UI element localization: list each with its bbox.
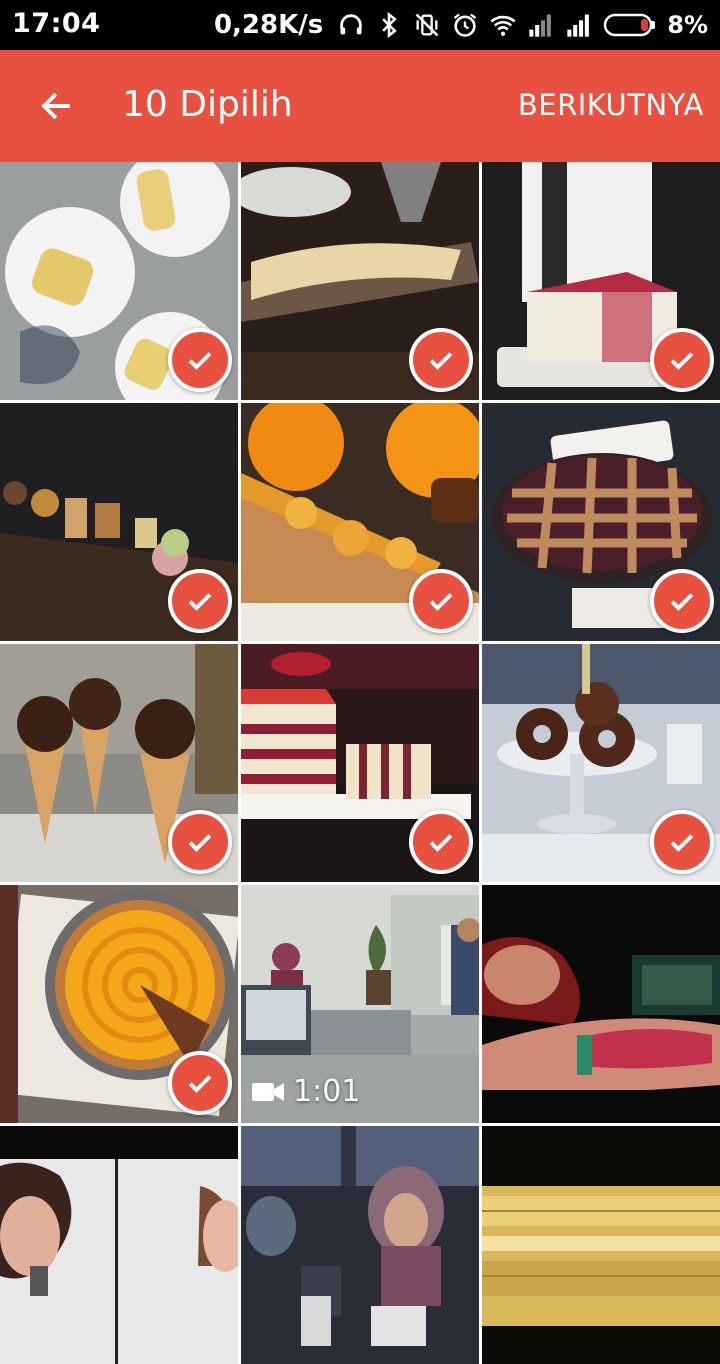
grid-tile-ice-cream-cake[interactable]: [482, 162, 720, 400]
photo-thumbnail: [0, 1126, 238, 1364]
selected-check-badge[interactable]: [168, 1051, 232, 1115]
video-duration-badge: 1:01: [251, 1074, 360, 1109]
checkmark-icon: [429, 352, 453, 370]
video-duration: 1:01: [293, 1074, 361, 1109]
selected-check-badge[interactable]: [409, 569, 473, 633]
grid-tile-cafe-people[interactable]: [241, 1126, 479, 1364]
videocam-icon: [252, 1082, 284, 1101]
alarm-icon: [454, 13, 477, 37]
headset-icon: [340, 14, 362, 35]
grid-tile-mango-tart[interactable]: [0, 885, 238, 1123]
grid-tile-layered-cake[interactable]: [241, 644, 479, 882]
back-button[interactable]: [28, 78, 84, 134]
status-bar: 17:04 0,28K/s 8%: [0, 0, 720, 50]
checkmark-icon: [188, 352, 212, 370]
checkmark-icon: [188, 1075, 212, 1093]
selected-check-badge[interactable]: [168, 569, 232, 633]
grid-tile-chocolate-doughnuts[interactable]: [482, 644, 720, 882]
checkmark-icon: [429, 834, 453, 852]
checkmark-icon: [670, 593, 694, 611]
checkmark-icon: [188, 593, 212, 611]
battery-percent: 8%: [667, 11, 708, 39]
selected-check-badge[interactable]: [650, 810, 714, 874]
selected-check-badge[interactable]: [168, 810, 232, 874]
next-button[interactable]: BERIKUTNYA: [518, 88, 704, 122]
signal-icon: [529, 14, 552, 37]
network-speed: 0,28K/s: [213, 10, 324, 40]
grid-tile-office-video[interactable]: 1:01: [241, 885, 479, 1123]
grid-tile-popsicles[interactable]: [0, 162, 238, 400]
grid-tile-pastry-assortment[interactable]: [0, 403, 238, 641]
grid-tile-wafer-snack[interactable]: [482, 1126, 720, 1364]
selected-check-badge[interactable]: [168, 328, 232, 392]
checkmark-icon: [188, 834, 212, 852]
checkmark-icon: [670, 834, 694, 852]
vibrate-off-icon: [415, 13, 439, 37]
bluetooth-icon: [382, 11, 398, 39]
app-bar: 10 Dipilih BERIKUTNYA: [0, 50, 720, 162]
status-time: 17:04: [12, 8, 101, 39]
grid-tile-lattice-pie[interactable]: [482, 403, 720, 641]
grid-tile-two-faces[interactable]: [0, 1126, 238, 1364]
grid-tile-cookies[interactable]: [241, 162, 479, 400]
selected-check-badge[interactable]: [650, 328, 714, 392]
photo-thumbnail: [482, 885, 720, 1123]
checkmark-icon: [670, 352, 694, 370]
checkmark-icon: [429, 593, 453, 611]
selected-check-badge[interactable]: [650, 569, 714, 633]
photo-thumbnail: [482, 1126, 720, 1364]
signal-icon-2: [567, 14, 590, 37]
wifi-icon: [490, 15, 516, 36]
grid-tile-tattoo-arm[interactable]: [482, 885, 720, 1123]
selected-check-badge[interactable]: [409, 810, 473, 874]
arrow-back-icon: [41, 92, 70, 120]
grid-tile-orange-tart[interactable]: [241, 403, 479, 641]
battery-icon: [604, 13, 656, 37]
selection-count-title: 10 Dipilih: [122, 84, 293, 125]
selected-check-badge[interactable]: [409, 328, 473, 392]
status-icons: 0,28K/s 8%: [214, 8, 708, 42]
photo-thumbnail: [241, 1126, 479, 1364]
grid-tile-ice-cream-cones[interactable]: [0, 644, 238, 882]
